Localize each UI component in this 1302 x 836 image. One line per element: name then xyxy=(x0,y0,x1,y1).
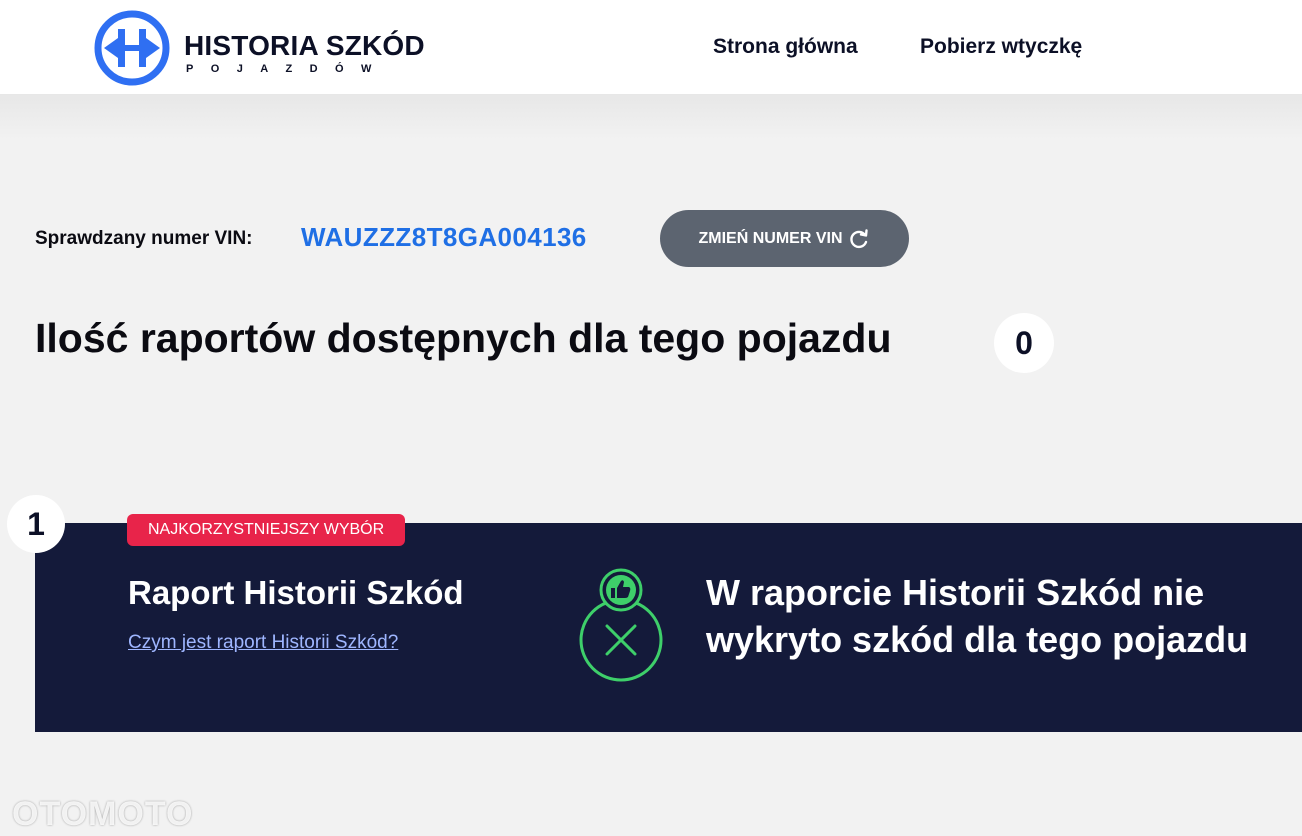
site-header: HISTORIA SZKÓD POJAZDÓW Strona główna Po… xyxy=(0,0,1302,94)
vin-value: WAUZZZ8T8GA004136 xyxy=(301,222,587,252)
change-vin-button[interactable]: ZMIEŃ NUMER VIN xyxy=(660,210,909,267)
reports-count-badge: 0 xyxy=(994,313,1054,373)
vin-label: Sprawdzany numer VIN: xyxy=(35,228,253,249)
best-choice-badge: NAJKORZYSTNIEJSZY WYBÓR xyxy=(127,514,406,546)
logo-mark-icon xyxy=(94,10,170,86)
reports-count-heading: Ilość raportów dostępnych dla tego pojaz… xyxy=(35,315,892,361)
change-vin-label: ZMIEŃ NUMER VIN xyxy=(698,229,843,247)
nav-home-link[interactable]: Strona główna xyxy=(713,35,858,59)
nav-plugin-link[interactable]: Pobierz wtyczkę xyxy=(920,35,1082,59)
rank-badge: 1 xyxy=(7,495,65,553)
site-logo[interactable]: HISTORIA SZKÓD POJAZDÓW xyxy=(94,10,434,86)
report-result-text: W raporcie Historii Szkód nie wykryto sz… xyxy=(706,572,1249,660)
logo-title: HISTORIA SZKÓD xyxy=(184,30,425,61)
otomoto-watermark: OTOMOTO xyxy=(12,795,194,833)
thumbs-up-no-damage-icon xyxy=(579,568,663,682)
report-title: Raport Historii Szkód xyxy=(128,574,464,611)
refresh-icon xyxy=(849,228,868,248)
header-shadow xyxy=(0,94,1302,140)
logo-subtitle: POJAZDÓW xyxy=(186,63,389,75)
report-info-link[interactable]: Czym jest raport Historii Szkód? xyxy=(128,632,398,654)
